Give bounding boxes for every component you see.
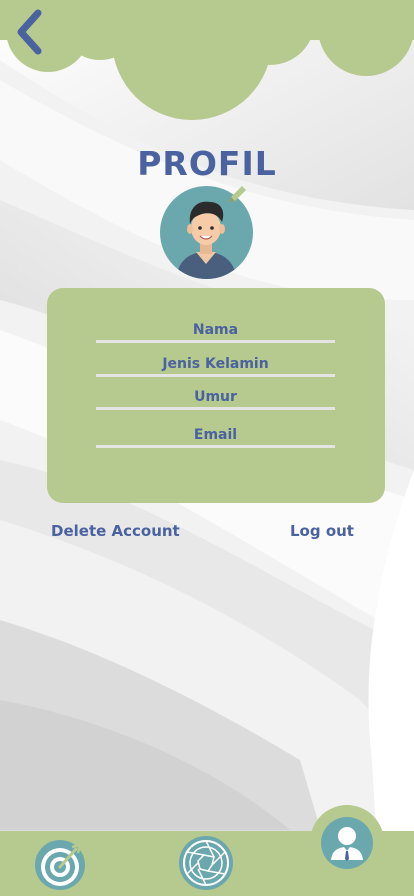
profile-icon	[321, 817, 373, 869]
target-icon	[35, 840, 85, 890]
field-label: Nama	[192, 322, 239, 338]
pencil-icon	[229, 186, 246, 203]
field-jenis-kelamin[interactable]: Jenis Kelamin	[96, 355, 335, 377]
field-label: Email	[193, 427, 238, 443]
nav-item-target[interactable]	[34, 839, 86, 896]
camera-aperture-icon	[179, 836, 233, 890]
field-email[interactable]: Email	[96, 426, 335, 448]
chevron-left-icon	[17, 9, 42, 55]
field-label: Umur	[194, 389, 237, 405]
nav-item-profile[interactable]	[320, 816, 374, 875]
edit-avatar-button[interactable]	[226, 184, 248, 206]
field-underline	[96, 340, 335, 343]
field-umur[interactable]: Umur	[96, 388, 335, 410]
field-nama[interactable]: Nama	[96, 321, 335, 343]
delete-account-button[interactable]: Delete Account	[51, 522, 180, 540]
field-label: Jenis Kelamin	[162, 356, 269, 372]
field-underline	[96, 374, 335, 377]
field-underline	[96, 407, 335, 410]
logout-button[interactable]: Log out	[290, 522, 354, 540]
header-cloud	[0, 0, 414, 120]
field-underline	[96, 445, 335, 448]
avatar-section	[160, 184, 256, 280]
page-title: PROFIL	[137, 144, 277, 183]
back-button[interactable]	[8, 6, 50, 58]
nav-item-camera[interactable]	[178, 835, 234, 896]
profile-card: Nama Jenis Kelamin Umur Email	[47, 288, 385, 503]
